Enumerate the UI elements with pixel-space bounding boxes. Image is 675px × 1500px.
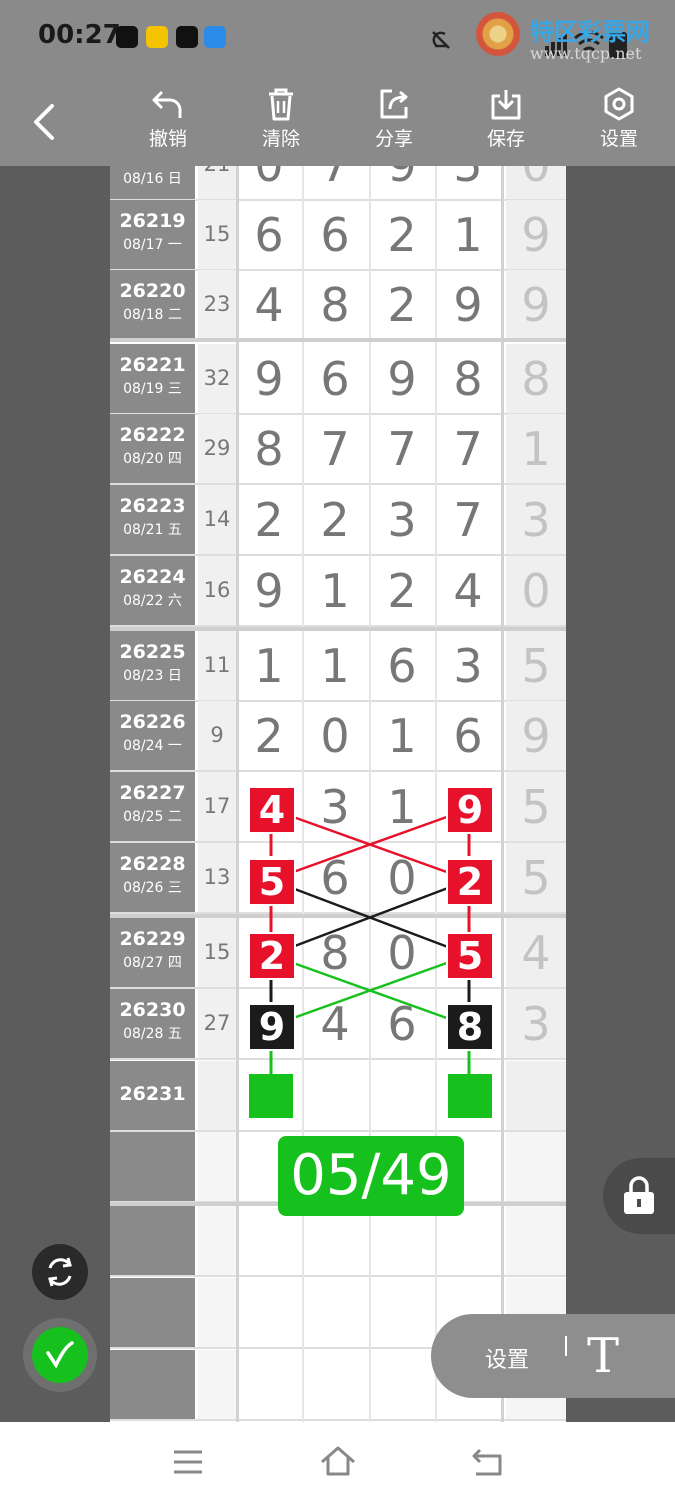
undo-label: 撤销 [148,128,187,150]
settings-button[interactable]: 设置 [579,86,659,162]
undo-icon [152,90,182,118]
pen-button[interactable] [32,1327,88,1383]
tiktok-icon [116,26,138,48]
back-nav-icon[interactable] [470,1446,504,1476]
browser-app-icon [204,26,226,48]
tiktok-lite-icon [176,26,198,48]
pen-stroke-icon [46,1341,74,1369]
lock-icon [624,1176,654,1214]
back-arrow-icon[interactable] [30,102,60,142]
gear-icon [604,87,634,121]
menu-icon[interactable] [172,1448,204,1476]
mark-26228-right: 2 [446,858,494,906]
undo-button[interactable]: 撤销 [128,86,208,162]
mark-26231-right [448,1074,492,1118]
coin-app-icon [146,26,168,48]
connector-lines [269,807,471,1074]
refresh-button[interactable] [32,1244,88,1300]
clear-label: 清除 [261,128,300,150]
trash-icon [269,88,293,121]
watermark-logo [476,12,520,56]
share-label: 分享 [374,128,413,150]
settings-label: 设置 [599,128,638,150]
status-bar: 00:27 特区彩票网 www.tqcp.net [0,0,675,78]
share-icon [380,89,408,119]
save-label: 保存 [486,128,525,150]
tool-panel: 设置 T [431,1314,675,1398]
clock: 00:27 [38,20,121,50]
mark-26229-right: 5 [446,932,494,980]
share-button[interactable]: 分享 [354,86,434,162]
page-counter: 05/49 [278,1136,464,1216]
mark-26228-left: 5 [248,858,296,906]
refresh-icon [48,1257,72,1287]
draw-board[interactable]: 08/16 日21079502621908/17 一15662192622008… [110,166,566,1422]
mark-26231-left [249,1074,293,1118]
mark-26230-right: 8 [446,1003,494,1051]
watermark-url: www.tqcp.net [530,44,642,63]
home-icon[interactable] [320,1444,356,1476]
navigation-bar [0,1422,675,1500]
save-button[interactable]: 保存 [466,86,546,162]
mark-26227-left: 4 [248,786,296,834]
mark-26230-left: 9 [248,1003,296,1051]
lock-button[interactable] [603,1158,675,1234]
toolbar: 撤销 清除 分享 保存 设置 [0,78,675,166]
panel-settings-button[interactable]: 设置 [485,1342,529,1374]
text-tool-icon[interactable]: T [587,1328,619,1384]
download-icon [491,90,521,120]
mark-26227-right: 9 [446,786,494,834]
panel-divider [565,1336,567,1356]
clear-button[interactable]: 清除 [241,86,321,162]
mark-26229-left: 2 [248,932,296,980]
watermark-title: 特区彩票网 [530,18,650,46]
